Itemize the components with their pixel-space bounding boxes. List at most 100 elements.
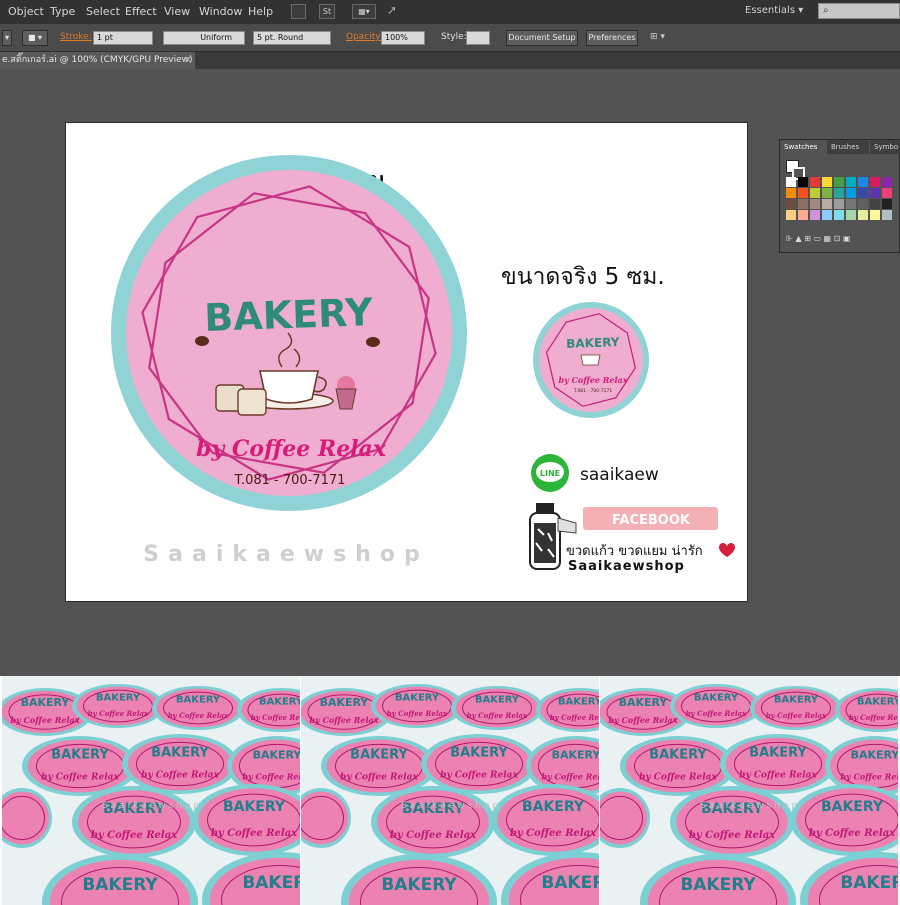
control-bar: ▾ ■ ▾ Stroke: 1 pt Uniform 5 pt. Round O…	[0, 24, 900, 52]
color-swatch[interactable]	[798, 177, 808, 187]
profile-label: Uniform	[200, 33, 232, 42]
menu-effect[interactable]: Effect	[125, 5, 157, 18]
tab-symbols[interactable]: Symbo	[870, 140, 900, 154]
fill-dropdown[interactable]: ▾	[2, 30, 12, 46]
stroke-color-swatch[interactable]: ■ ▾	[22, 30, 48, 46]
color-swatch[interactable]	[834, 210, 844, 220]
color-swatch[interactable]	[786, 188, 796, 198]
search-icon: ⌕	[823, 5, 829, 16]
printed-sticker-title: BAKERY	[821, 799, 884, 815]
printed-sticker-title: BAKERY	[242, 873, 300, 893]
color-swatch[interactable]	[846, 210, 856, 220]
variable-width-profile[interactable]: Uniform	[163, 31, 245, 45]
tab-brushes[interactable]: Brushes	[827, 140, 869, 154]
color-swatch[interactable]	[846, 199, 856, 209]
facebook-label: FACEBOOK	[612, 513, 691, 528]
color-swatch[interactable]	[798, 188, 808, 198]
color-swatch[interactable]	[882, 210, 892, 220]
color-swatch[interactable]	[810, 199, 820, 209]
artboard[interactable]: ขนาดขยาย ขนาดจริง 5 ซม. BAKERY	[65, 122, 748, 602]
printed-sticker: BAKERYby Coffee Relax	[421, 734, 537, 794]
printed-sticker-title: BAKERY	[680, 875, 756, 895]
color-swatch[interactable]	[882, 177, 892, 187]
swatch-library-menu-icon[interactable]: ⊪ ▲ ⊞ ▭ ▦ ⊡ ▣	[786, 234, 850, 243]
color-swatch[interactable]	[810, 210, 820, 220]
printed-sticker-subtitle: by Coffee Relax	[91, 830, 178, 841]
color-swatch[interactable]	[834, 177, 844, 187]
brush-icon[interactable]: ➚	[387, 3, 397, 17]
printed-sticker-subtitle: by Coffee Relax	[41, 773, 119, 783]
swatches-panel: Swatches Brushes Symbo ⊪ ▲ ⊞ ▭ ▦ ⊡ ▣	[779, 139, 900, 253]
color-swatch[interactable]	[822, 177, 832, 187]
preferences-button[interactable]: Preferences	[586, 30, 638, 46]
color-swatch[interactable]	[858, 210, 868, 220]
color-swatch[interactable]	[858, 199, 868, 209]
color-swatch[interactable]	[834, 188, 844, 198]
color-swatch[interactable]	[822, 199, 832, 209]
color-swatch[interactable]	[858, 188, 868, 198]
menu-help[interactable]: Help	[248, 5, 273, 18]
color-swatch[interactable]	[858, 177, 868, 187]
sticker-sheet-icon: BAKERY by Coffee Relax BAKERY by Coffee Rel…	[600, 676, 898, 905]
menu-view[interactable]: View	[164, 5, 190, 18]
color-swatch[interactable]	[870, 177, 880, 187]
color-swatch[interactable]	[822, 210, 832, 220]
printed-sticker-title: BAKERY	[749, 746, 807, 761]
color-swatch[interactable]	[822, 188, 832, 198]
document-setup-button[interactable]: Document Setup	[506, 30, 578, 46]
printed-sticker: BAKERYby Coffee Relax	[720, 734, 836, 794]
color-swatch[interactable]	[846, 188, 856, 198]
printed-sticker-title: BAKERY	[253, 749, 300, 762]
printed-sticker-subtitle: by Coffee Relax	[88, 709, 149, 718]
color-swatch[interactable]	[870, 199, 880, 209]
align-options-icon[interactable]: ⊞ ▾	[650, 32, 665, 42]
search-input[interactable]: ⌕	[818, 3, 900, 19]
stroke-label[interactable]: Stroke:	[60, 32, 92, 42]
brush-definition[interactable]: 5 pt. Round	[253, 31, 331, 45]
color-swatch[interactable]	[882, 199, 892, 209]
menu-select[interactable]: Select	[86, 5, 120, 18]
menu-bar: Object Type Select Effect View Window He…	[0, 0, 900, 24]
menu-type[interactable]: Type	[50, 5, 75, 18]
color-swatch[interactable]	[810, 188, 820, 198]
printed-sticker-subtitle: by Coffee Relax	[387, 709, 448, 718]
color-swatch[interactable]	[834, 199, 844, 209]
photo-watermark: Saaikaewshop	[700, 801, 800, 811]
printed-sticker: BAKERYby Coffee Relax	[122, 734, 238, 794]
color-swatch[interactable]	[786, 199, 796, 209]
color-swatch[interactable]	[786, 210, 796, 220]
color-swatch[interactable]	[846, 177, 856, 187]
printed-sticker-title: BAKERY	[851, 749, 898, 762]
color-swatch[interactable]	[810, 177, 820, 187]
sticker-sheet-icon: BAKERY by Coffee Relax BAKERY by Coffee Rel…	[2, 676, 300, 905]
menu-window[interactable]: Window	[199, 5, 242, 18]
workspace-switcher[interactable]: Essentials ▾	[745, 5, 803, 16]
printed-sticker-title: BAKERY	[522, 799, 585, 815]
color-swatch[interactable]	[870, 188, 880, 198]
bridge-icon[interactable]	[291, 4, 306, 19]
arrange-documents-icon[interactable]: ▦▾	[352, 4, 376, 19]
color-swatch[interactable]	[882, 188, 892, 198]
color-swatch[interactable]	[798, 210, 808, 220]
printed-sticker-title: BAKERY	[21, 696, 71, 709]
printed-sticker-subtitle: by Coffee Relax	[168, 711, 229, 720]
printed-sticker-subtitle: by Coffee Relax	[309, 715, 378, 725]
tab-swatches[interactable]: Swatches	[780, 140, 826, 154]
close-icon[interactable]: ×	[184, 52, 192, 69]
document-tab[interactable]: e.สติ๊กเกอร์.ai @ 100% (CMYK/GPU Preview…	[0, 52, 195, 69]
style-dropdown[interactable]	[466, 31, 490, 45]
color-swatch[interactable]	[870, 210, 880, 220]
opacity-input[interactable]: 100%	[381, 31, 425, 45]
stock-icon[interactable]: St	[319, 4, 335, 19]
printed-sticker: BAKERYby Coffee Relax	[371, 684, 463, 728]
sticker-sheet-photo-1: BAKERY by Coffee Relax BAKERY by Coffee Rel…	[2, 676, 300, 905]
stroke-weight-input[interactable]: 1 pt	[93, 31, 153, 45]
color-swatch[interactable]	[786, 177, 796, 187]
opacity-label[interactable]: Opacity:	[346, 32, 383, 42]
printed-sticker: BAKERYby Coffee Relax	[670, 786, 794, 858]
printed-sticker-subtitle: by Coffee Relax	[686, 709, 747, 718]
menu-object[interactable]: Object	[8, 5, 44, 18]
color-swatch[interactable]	[798, 199, 808, 209]
printed-sticker-title: BAKERY	[151, 746, 209, 761]
printed-sticker-subtitle: by Coffee Relax	[251, 713, 300, 722]
